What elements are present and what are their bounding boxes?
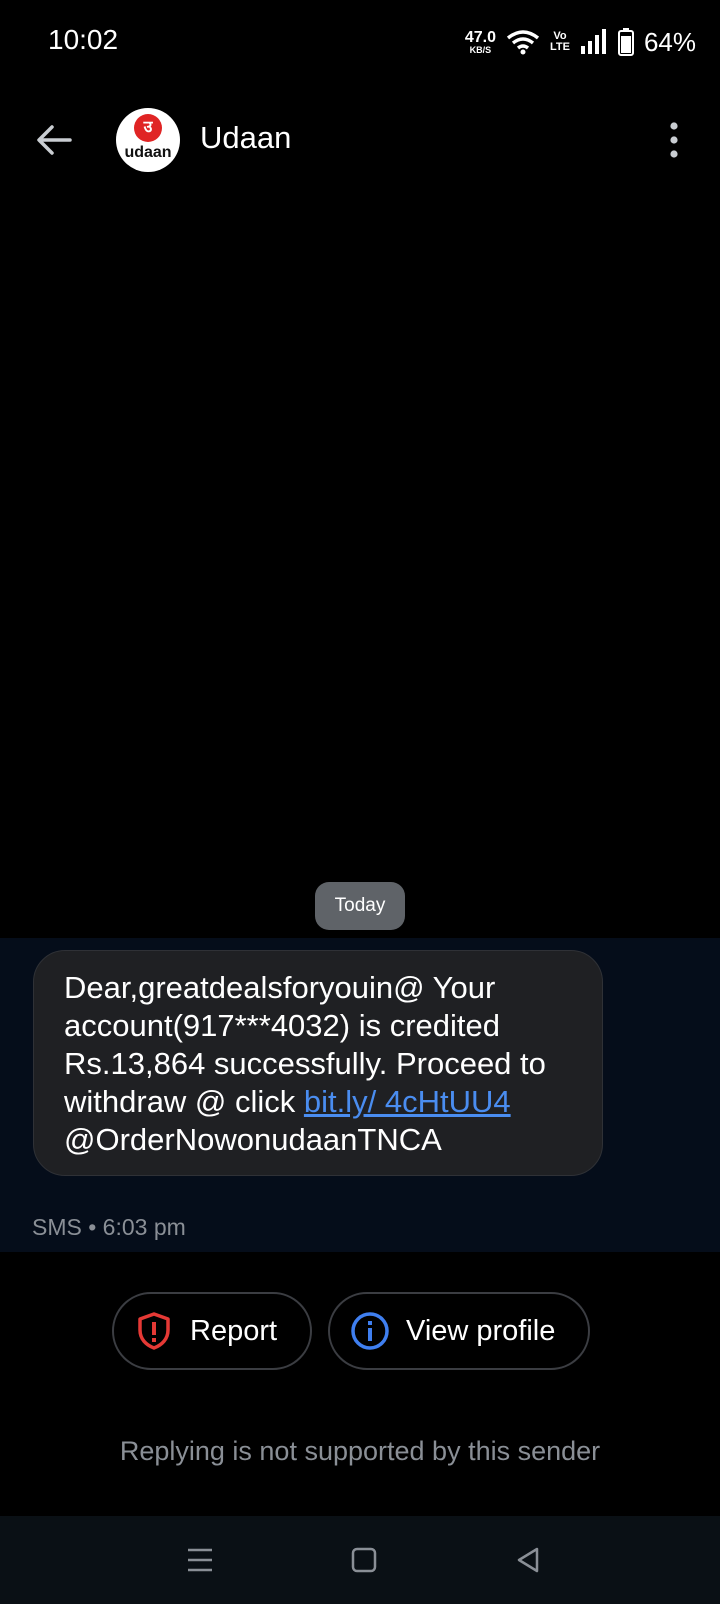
report-label: Report: [190, 1314, 278, 1347]
network-speed: 47.0 KB/S: [464, 28, 496, 55]
message-bubble[interactable]: Dear,greatdealsforyouin@ Your account(91…: [33, 950, 603, 1176]
network-speed-unit: KB/S: [469, 44, 492, 55]
info-icon: [351, 1312, 389, 1350]
network-speed-value: 47.0: [464, 28, 496, 46]
system-navigation-bar: [0, 1516, 720, 1604]
wifi-icon: [506, 30, 540, 55]
message-row: Dear,greatdealsforyouin@ Your account(91…: [0, 938, 720, 1252]
message-text-part2: @OrderNowonudaanTNCA: [64, 1122, 442, 1157]
volte-indicator: Vo LTE: [550, 31, 570, 53]
more-options-icon[interactable]: [664, 120, 684, 160]
back-triangle-icon[interactable]: [510, 1542, 546, 1578]
report-button[interactable]: Report: [112, 1292, 312, 1370]
conversation-header: उ udaan Udaan: [0, 100, 720, 180]
battery-icon: [617, 28, 634, 56]
udaan-logo-word: udaan: [124, 144, 172, 161]
status-time: 10:02: [48, 24, 119, 55]
report-shield-icon: [138, 1312, 170, 1350]
contact-avatar[interactable]: उ udaan: [116, 108, 180, 172]
status-icons: 47.0 KB/S Vo LTE 64%: [465, 22, 696, 62]
reply-not-supported-note: Replying is not supported by this sender: [119, 1436, 601, 1466]
volte-bottom: LTE: [549, 41, 570, 53]
date-divider: Today: [315, 882, 405, 930]
recents-menu-icon[interactable]: [182, 1542, 218, 1578]
signal-icon: [580, 29, 606, 54]
contact-name[interactable]: Udaan: [200, 120, 291, 156]
view-profile-label: View profile: [406, 1314, 556, 1347]
view-profile-button[interactable]: View profile: [328, 1292, 590, 1370]
message-meta: SMS • 6:03 pm: [32, 1214, 186, 1240]
back-arrow-icon[interactable]: [30, 118, 78, 162]
message-link[interactable]: bit.ly/ 4cHtUU4: [304, 1084, 511, 1119]
home-square-icon[interactable]: [346, 1542, 382, 1578]
status-bar: 10:02 47.0 KB/S Vo LTE 64%: [0, 0, 720, 84]
udaan-logo-glyph: उ: [134, 114, 162, 142]
battery-percentage: 64%: [643, 26, 696, 57]
